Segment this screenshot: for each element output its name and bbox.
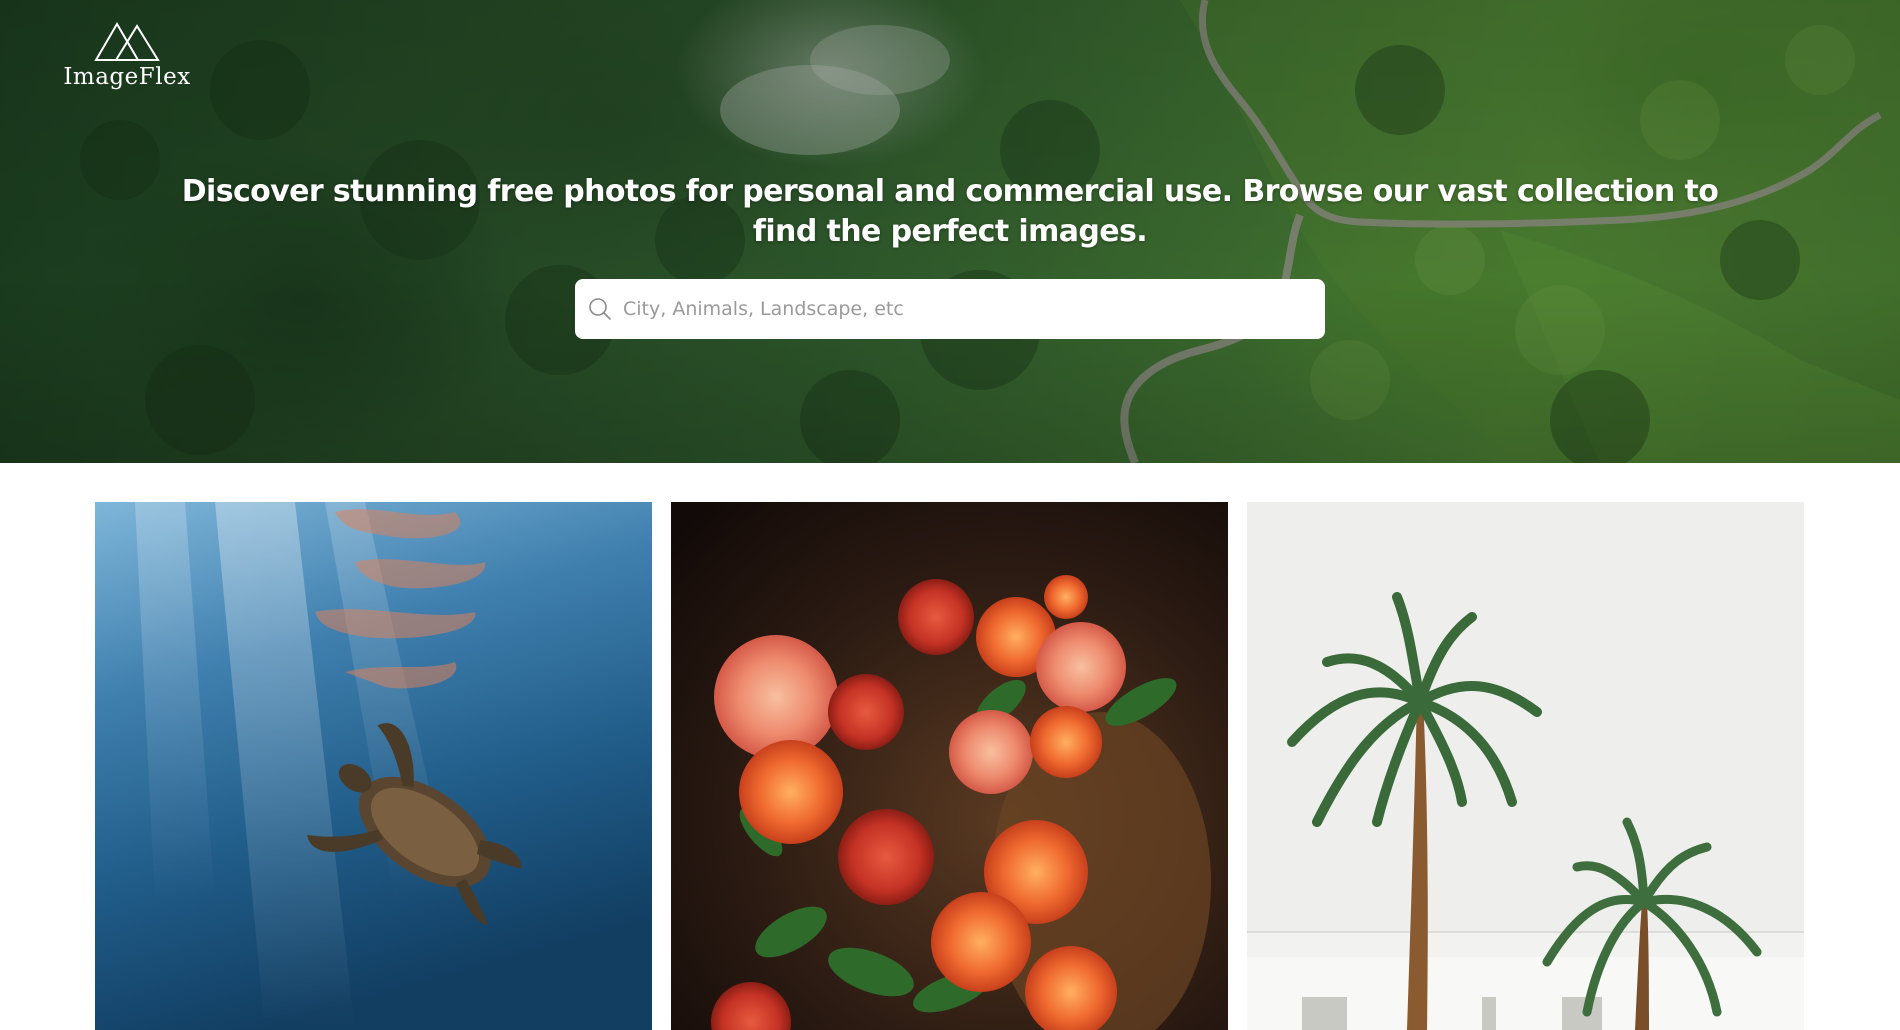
hero-headline: Discover stunning free photos for person…: [181, 174, 1719, 249]
palm-trees-image: [1247, 502, 1804, 1030]
gallery-photo-dahlias[interactable]: [671, 502, 1228, 1030]
search-bar[interactable]: [575, 279, 1325, 339]
gallery-photo-palm-trees[interactable]: [1247, 502, 1804, 1030]
sea-turtle-image: [95, 502, 652, 1030]
gallery-photo-sea-turtle[interactable]: [95, 502, 652, 1030]
search-input[interactable]: [621, 279, 1325, 339]
mountain-logo-icon: [94, 22, 160, 61]
dahlia-flowers-image: [671, 502, 1228, 1030]
brand-logo[interactable]: ImageFlex: [62, 22, 192, 90]
photo-gallery: [95, 502, 1805, 1030]
search-icon[interactable]: [587, 296, 613, 322]
hero-banner: ImageFlex Discover stunning free photos …: [0, 0, 1900, 463]
brand-name: ImageFlex: [63, 64, 191, 90]
